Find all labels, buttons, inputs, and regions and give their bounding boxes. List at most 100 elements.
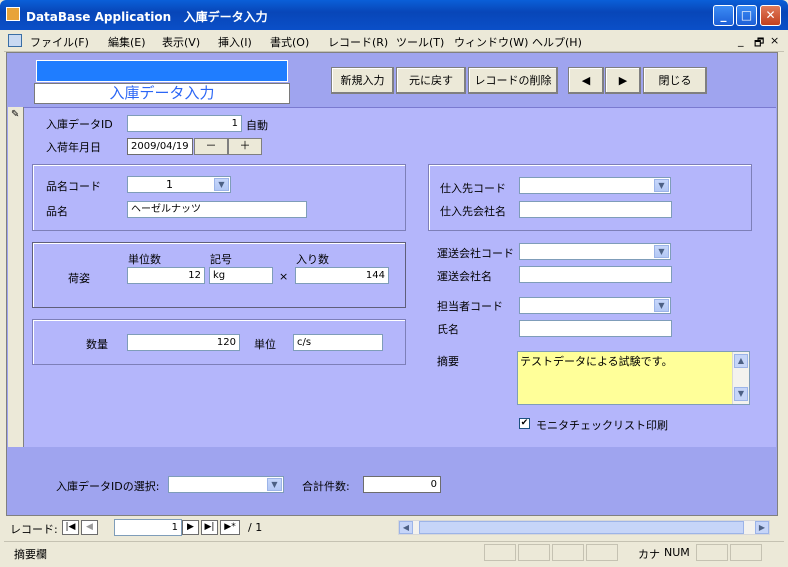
chevron-down-icon[interactable]: ▼ xyxy=(654,299,669,312)
unit-label: 単位 xyxy=(254,338,276,351)
scroll-thumb[interactable] xyxy=(419,521,744,534)
status-panel xyxy=(552,544,584,561)
status-bar: 摘要欄 カナ NUM xyxy=(4,541,784,563)
arrow-right-icon: ▶ xyxy=(618,74,628,87)
doc-close-icon[interactable]: × xyxy=(770,34,779,47)
unit-count-label: 単位数 xyxy=(128,253,161,266)
scroll-left-icon[interactable]: ◀ xyxy=(399,521,413,534)
doc-restore-icon[interactable]: 🗗 xyxy=(754,34,764,53)
pack-label: 荷姿 xyxy=(68,272,90,285)
delete-record-button[interactable]: レコードの削除 xyxy=(468,67,558,94)
memo-field[interactable]: テストデータによる試験です。 ▲ ▼ xyxy=(517,351,750,405)
product-code-combo[interactable]: 1 ▼ xyxy=(127,176,231,193)
product-name-field[interactable]: ヘーゼルナッツ xyxy=(127,201,307,218)
next-record-button[interactable]: ▶ xyxy=(605,67,641,94)
menu-tools[interactable]: ツール(T) xyxy=(396,34,444,50)
menu-file[interactable]: ファイル(F) xyxy=(30,34,89,50)
record-selector[interactable]: ✎ xyxy=(8,107,24,447)
qty-label: 数量 xyxy=(86,338,108,351)
supplier-name-field[interactable] xyxy=(519,201,672,218)
multiply-sign: × xyxy=(279,270,289,283)
symbol-label: 記号 xyxy=(210,253,232,266)
memo-text: テストデータによる試験です。 xyxy=(520,355,673,368)
menu-view[interactable]: 表示(V) xyxy=(162,34,200,50)
menu-format[interactable]: 書式(O) xyxy=(270,34,309,50)
header-color-bar xyxy=(36,60,288,82)
status-text: 摘要欄 xyxy=(14,548,47,561)
horizontal-scrollbar[interactable]: ◀ ▶ xyxy=(398,520,770,535)
chevron-down-icon[interactable]: ▼ xyxy=(654,245,669,258)
staff-name-label: 氏名 xyxy=(437,323,459,336)
product-frame xyxy=(32,164,406,231)
status-panel xyxy=(484,544,516,561)
last-record-button[interactable]: ▶| xyxy=(201,520,218,535)
staff-name-field[interactable] xyxy=(519,320,672,337)
minimize-icon: _ xyxy=(720,8,727,22)
date-plus-button[interactable]: ＋ xyxy=(228,138,262,155)
menu-insert[interactable]: 挿入(I) xyxy=(218,34,252,50)
monitor-checkbox[interactable]: ✔ xyxy=(519,418,530,429)
maximize-button[interactable]: □ xyxy=(736,5,757,26)
unit-count-field[interactable]: 12 xyxy=(127,267,205,284)
unit-field[interactable]: c/s xyxy=(293,334,383,351)
staff-code-label: 担当者コード xyxy=(437,300,503,313)
supplier-code-combo[interactable]: ▼ xyxy=(519,177,671,194)
undo-button[interactable]: 元に戻す xyxy=(396,67,466,94)
current-record-field[interactable]: 1 xyxy=(114,519,182,536)
date-minus-button[interactable]: － xyxy=(194,138,228,155)
staff-code-combo[interactable]: ▼ xyxy=(519,297,671,314)
memo-scrollbar[interactable]: ▲ ▼ xyxy=(732,352,749,404)
doc-minimize-icon[interactable]: _ xyxy=(738,34,744,47)
carrier-code-combo[interactable]: ▼ xyxy=(519,243,671,260)
product-code-value: 1 xyxy=(166,178,173,191)
title-bar[interactable]: DataBase Application 入庫データ入力 _ □ ✕ xyxy=(0,0,788,30)
menu-bar: ファイル(F) 編集(E) 表示(V) 挿入(I) 書式(O) レコード(R) … xyxy=(4,30,784,52)
quantity-in-label: 入り数 xyxy=(296,253,329,266)
select-id-combo[interactable]: ▼ xyxy=(168,476,284,493)
chevron-down-icon[interactable]: ▼ xyxy=(214,178,229,191)
date-label: 入荷年月日 xyxy=(46,141,101,154)
new-entry-button[interactable]: 新規入力 xyxy=(331,67,394,94)
symbol-field[interactable]: kg xyxy=(209,267,273,284)
quantity-in-field[interactable]: 144 xyxy=(295,267,389,284)
menu-record[interactable]: レコード(R) xyxy=(328,34,388,50)
maximize-icon: □ xyxy=(740,8,753,22)
minimize-button[interactable]: _ xyxy=(713,5,734,26)
carrier-name-field[interactable] xyxy=(519,266,672,283)
supplier-code-label: 仕入先コード xyxy=(440,182,506,195)
prev-record-nav-button[interactable]: ◀ xyxy=(81,520,98,535)
form-title: 入庫データ入力 xyxy=(34,83,290,104)
first-record-button[interactable]: |◀ xyxy=(62,520,79,535)
record-navigation: レコード: |◀ ◀ 1 ▶ ▶| ▶* / 1 ◀ ▶ xyxy=(4,518,784,538)
form-icon xyxy=(8,34,22,47)
next-record-nav-button[interactable]: ▶ xyxy=(182,520,199,535)
scroll-right-icon[interactable]: ▶ xyxy=(755,521,769,534)
qty-field[interactable]: 120 xyxy=(127,334,240,351)
close-button[interactable]: ✕ xyxy=(760,5,781,26)
scroll-down-icon[interactable]: ▼ xyxy=(734,387,748,401)
menu-window[interactable]: ウィンドウ(W) xyxy=(454,34,528,50)
menu-help[interactable]: ヘルプ(H) xyxy=(532,34,582,50)
new-record-button[interactable]: ▶* xyxy=(220,520,240,535)
menu-edit[interactable]: 編集(E) xyxy=(108,34,146,50)
date-field[interactable]: 2009/04/19 xyxy=(127,138,193,155)
app-icon xyxy=(6,7,20,21)
arrow-left-icon: ◀ xyxy=(581,74,591,87)
first-icon: |◀ xyxy=(65,522,76,532)
status-panel xyxy=(518,544,550,561)
status-panel xyxy=(586,544,618,561)
kana-indicator: カナ xyxy=(638,548,660,561)
edit-pencil-icon: ✎ xyxy=(11,109,20,120)
scroll-up-icon[interactable]: ▲ xyxy=(734,354,748,368)
status-panel xyxy=(696,544,728,561)
prev-record-button[interactable]: ◀ xyxy=(568,67,604,94)
carrier-code-label: 運送会社コード xyxy=(437,247,514,260)
id-field[interactable]: 1 xyxy=(127,115,242,132)
chevron-down-icon[interactable]: ▼ xyxy=(654,179,669,192)
close-form-button[interactable]: 閉じる xyxy=(643,67,707,94)
chevron-down-icon[interactable]: ▼ xyxy=(267,478,282,491)
id-auto-label: 自動 xyxy=(246,119,268,132)
prev-icon: ◀ xyxy=(86,522,93,532)
id-label: 入庫データID xyxy=(46,118,113,131)
supplier-name-label: 仕入先会社名 xyxy=(440,205,506,218)
